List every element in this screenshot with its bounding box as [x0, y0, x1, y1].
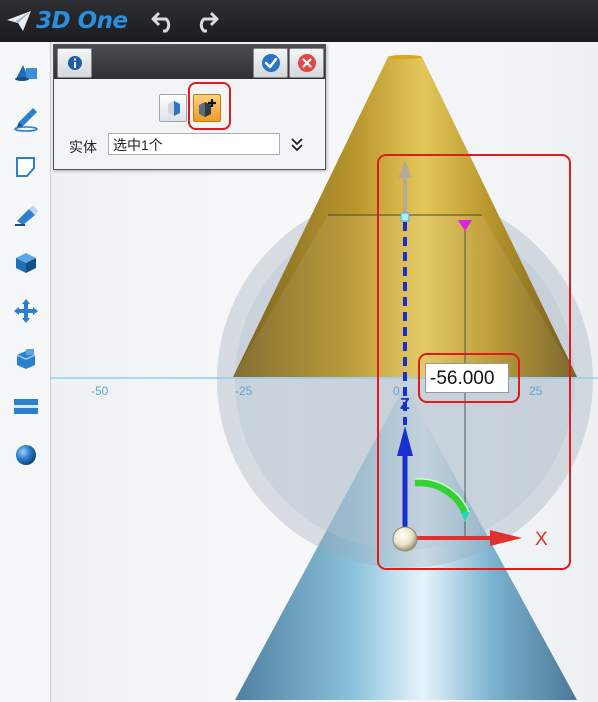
- origin-ball[interactable]: [392, 526, 418, 552]
- solid-field-label: 实体: [69, 139, 97, 155]
- upper-cone-tip: [388, 55, 422, 59]
- info-button[interactable]: [57, 48, 92, 78]
- x-axis-label: X: [535, 529, 548, 550]
- move-icon: [14, 299, 38, 323]
- combine-button[interactable]: [12, 345, 40, 373]
- sketch-edit-icon: [16, 157, 35, 177]
- sketch-draw-button[interactable]: [12, 105, 40, 133]
- command-panel: 实体 选中1个: [53, 44, 326, 170]
- move-button[interactable]: [12, 297, 40, 325]
- axis-tick-label: -50: [91, 384, 109, 398]
- special-feature-icon: [16, 253, 36, 273]
- app-logo: 3D One: [6, 6, 128, 36]
- axis-tick-label: 0: [393, 384, 400, 398]
- axis-tick-label: 25: [529, 384, 543, 398]
- undo-icon: [151, 11, 171, 33]
- material-sphere-button[interactable]: [12, 441, 40, 469]
- sketch-draw-icon: [14, 108, 38, 132]
- feature-modify-icon: [15, 205, 38, 226]
- sketch-edit-button[interactable]: [12, 153, 40, 181]
- mode-highlight-box: [188, 82, 231, 130]
- redo-button[interactable]: [192, 6, 220, 36]
- axis-tick-label: -25: [235, 384, 253, 398]
- undo-button[interactable]: [150, 6, 178, 36]
- solid-selection-field[interactable]: 选中1个: [108, 133, 280, 155]
- single-solid-icon: [168, 101, 180, 116]
- left-toolbar: [0, 42, 51, 702]
- special-feature-button[interactable]: [12, 249, 40, 277]
- paper-plane-icon: [7, 11, 31, 31]
- redo-icon: [199, 11, 219, 33]
- basic-solids-button[interactable]: [12, 57, 40, 85]
- cancel-button[interactable]: [289, 48, 324, 78]
- double-chevron-down-icon: [291, 138, 303, 152]
- basic-solids-icon: [15, 65, 37, 81]
- z-axis-label: Z: [400, 396, 410, 413]
- check-icon: [261, 54, 280, 72]
- z-axis-handle[interactable]: [400, 212, 410, 222]
- mode-single-button[interactable]: [159, 94, 187, 122]
- expand-button[interactable]: [288, 135, 306, 155]
- material-sphere-icon: [16, 445, 36, 465]
- combine-icon: [16, 349, 36, 369]
- dimension-value-input[interactable]: -56.000: [425, 363, 509, 393]
- panel-header: [54, 45, 325, 79]
- info-icon: [67, 56, 82, 70]
- feature-modify-button[interactable]: [12, 201, 40, 229]
- app-name: 3D One: [36, 8, 128, 34]
- measure-icon: [14, 399, 38, 414]
- measure-button[interactable]: [12, 393, 40, 421]
- title-bar: 3D One: [0, 0, 598, 42]
- close-icon: [297, 54, 316, 72]
- confirm-button[interactable]: [253, 48, 288, 78]
